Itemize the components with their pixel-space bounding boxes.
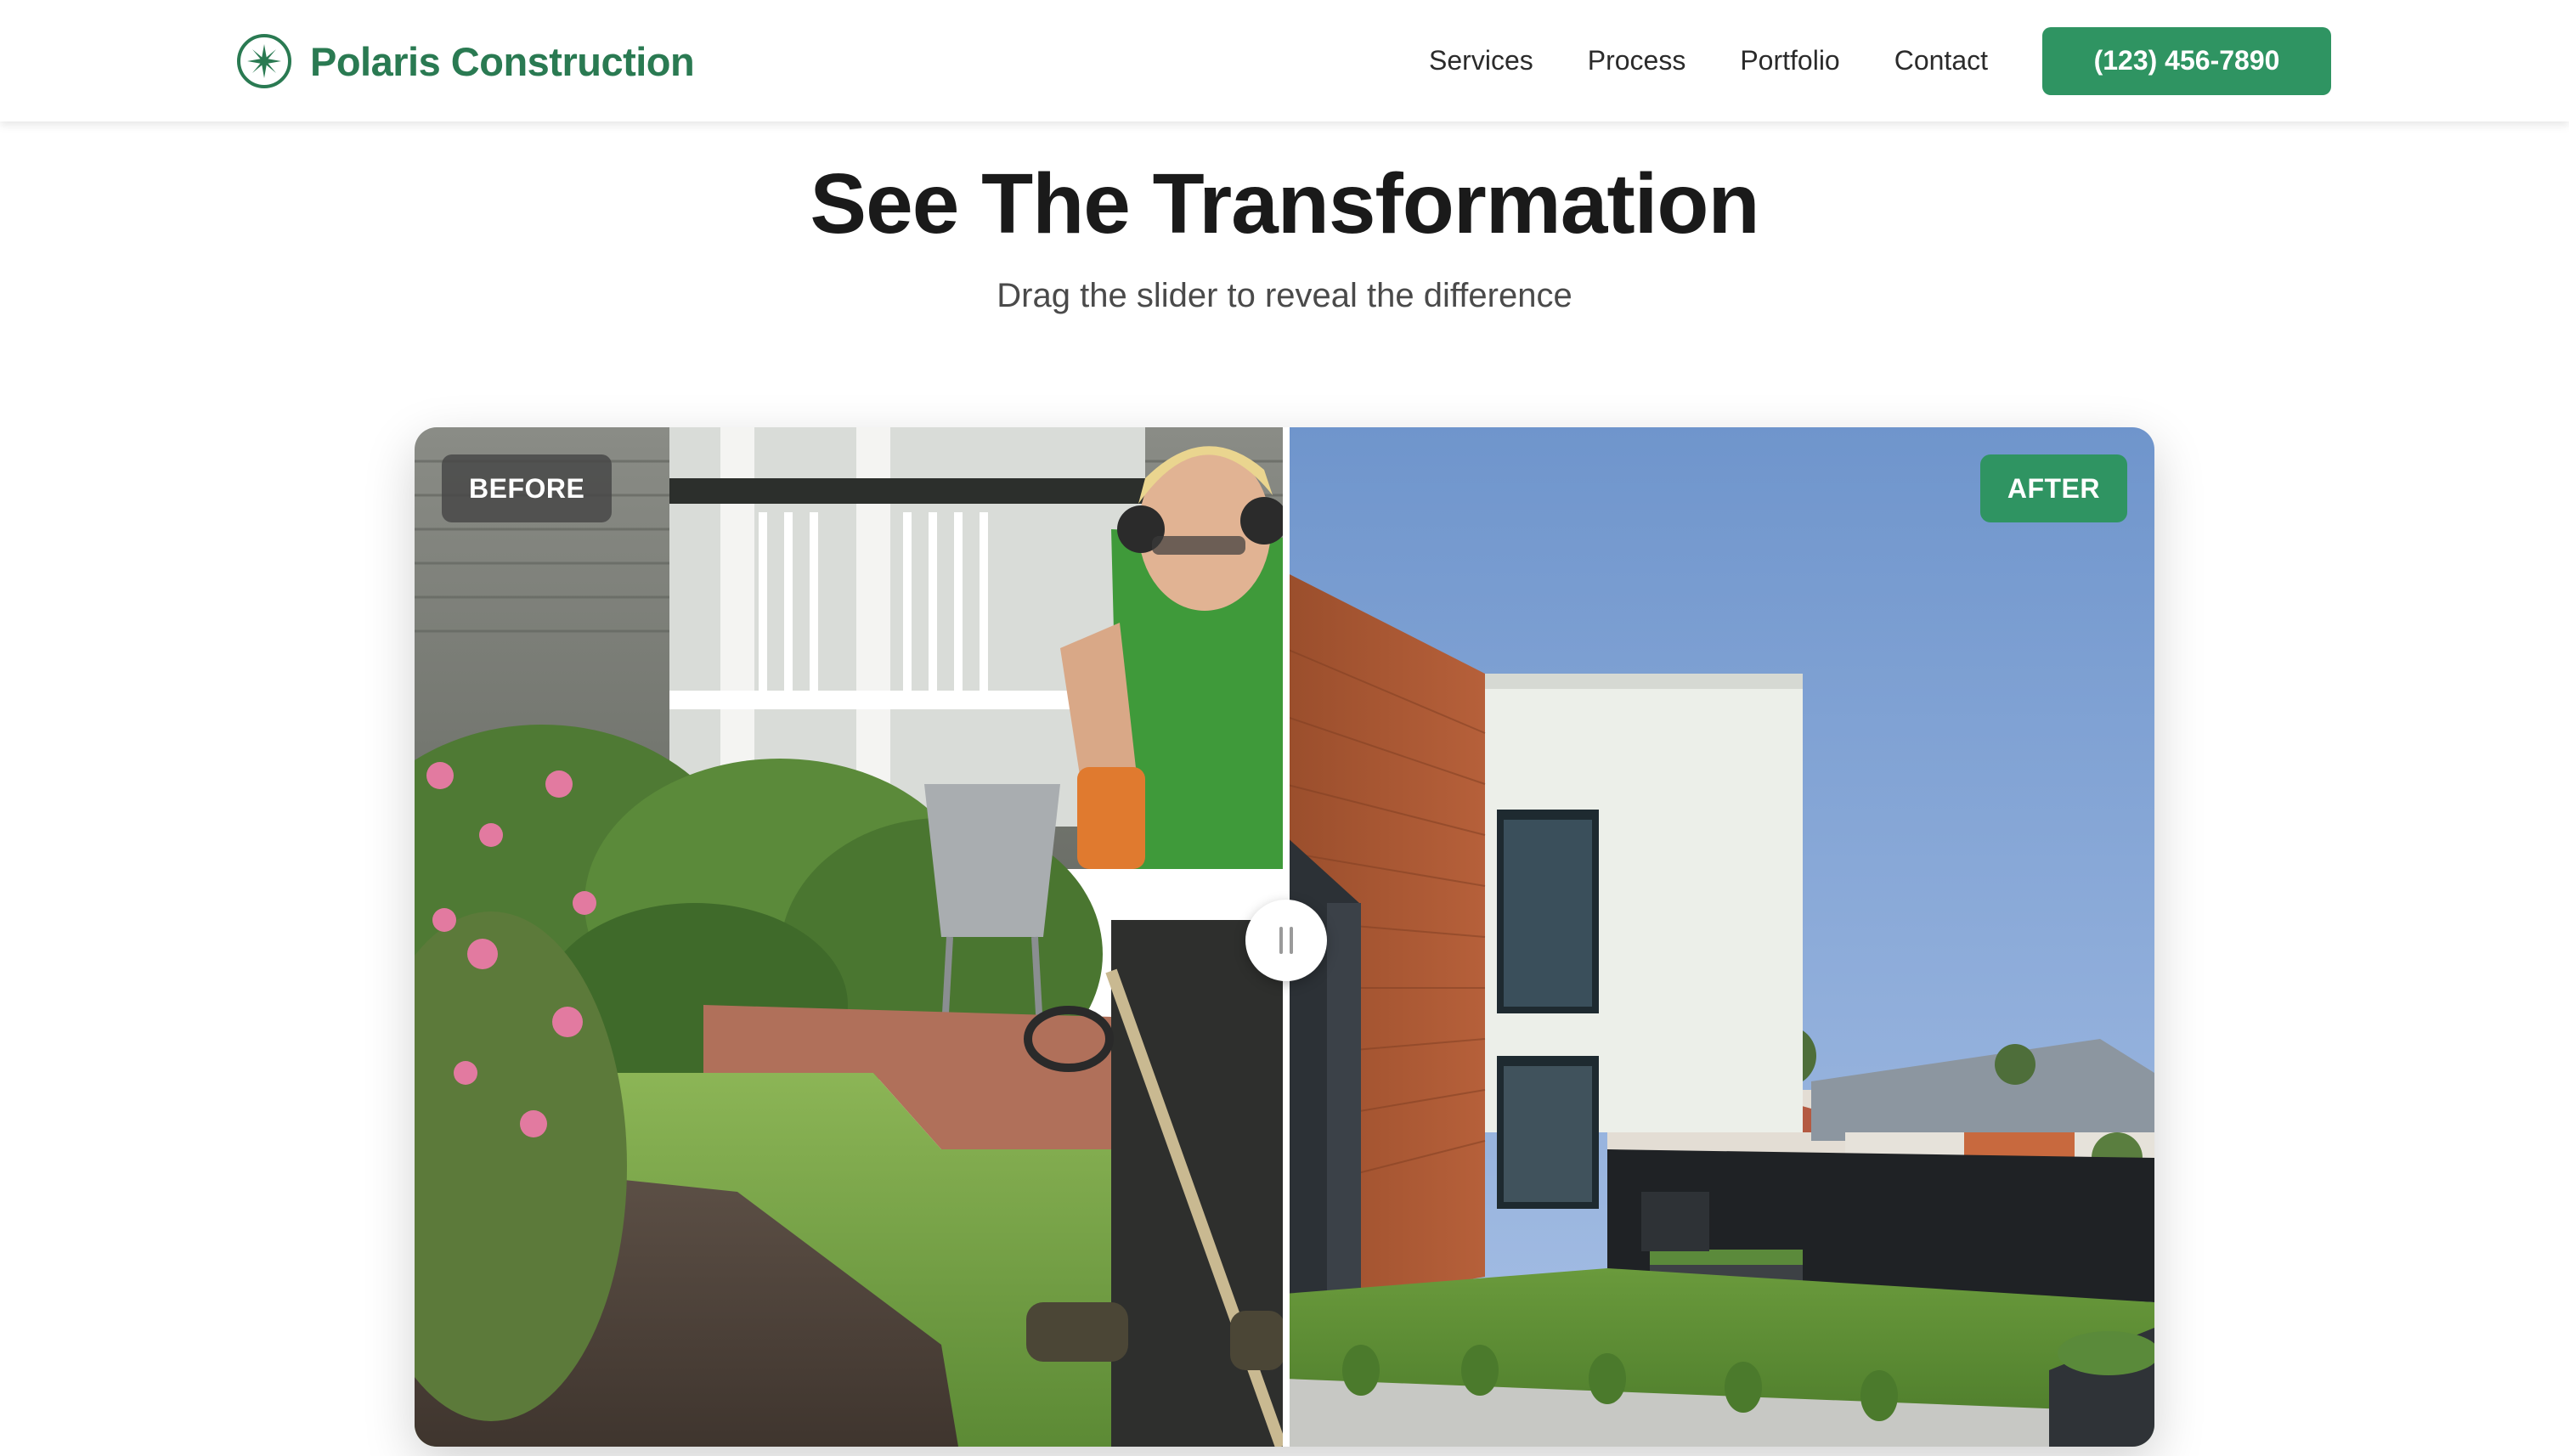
grip-bar-icon	[1290, 927, 1293, 954]
nav-link-process[interactable]: Process	[1588, 45, 1686, 76]
nav-link-contact[interactable]: Contact	[1894, 45, 1988, 76]
site-header: Polaris Construction Services Process Po…	[0, 0, 2569, 121]
star-compass-icon	[237, 34, 291, 88]
brand-link[interactable]: Polaris Construction	[235, 32, 695, 90]
grip-bar-icon	[1279, 927, 1283, 954]
after-label: AFTER	[1979, 454, 2127, 522]
before-label: BEFORE	[442, 454, 613, 522]
slider-handle[interactable]	[1245, 900, 1327, 981]
nav-link-services[interactable]: Services	[1429, 45, 1533, 76]
before-after-slider[interactable]: BEFORE AFTER	[415, 427, 2154, 1447]
brand-name: Polaris Construction	[310, 38, 695, 84]
main-nav: Services Process Portfolio Contact (123)…	[1429, 0, 2569, 121]
after-image	[1284, 427, 2154, 1447]
nav-link-portfolio[interactable]: Portfolio	[1740, 45, 1839, 76]
section-title: See The Transformation	[810, 156, 1759, 251]
section-subtitle: Drag the slider to reveal the difference	[997, 277, 1572, 314]
before-image	[415, 427, 1284, 1447]
phone-call-button[interactable]: (123) 456-7890	[2042, 26, 2331, 95]
